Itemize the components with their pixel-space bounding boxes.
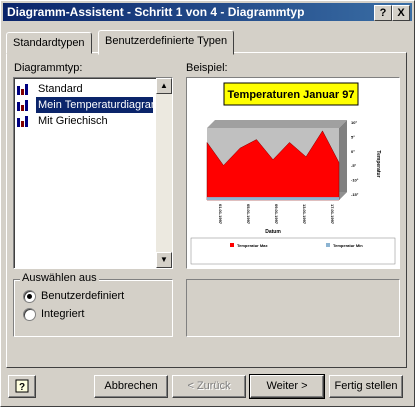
svg-text:?: ?	[19, 382, 25, 393]
x-tick-label: 01.01.1997	[218, 204, 223, 225]
preview-chart-svg: Temperaturen Januar 97 10° 5° 0° -5° -10° -15…	[190, 82, 396, 265]
bar-chart-icon	[16, 83, 30, 96]
x-axis-title: Datum	[265, 229, 281, 235]
legend-label-min: Temperatur Min	[333, 243, 363, 248]
scroll-down-icon[interactable]: ▼	[156, 252, 172, 268]
beispiel-label: Beispiel:	[186, 62, 228, 74]
next-button[interactable]: Weiter >	[249, 374, 325, 399]
y-tick-layer: 10° 5° 0° -5° -10° -15°	[351, 120, 359, 197]
radio-benutzerdefiniert[interactable]: Benutzerdefiniert	[23, 288, 173, 304]
radio-circle-checked-icon	[23, 289, 36, 303]
x-tick-label: 05.01.1997	[246, 204, 251, 225]
cancel-button[interactable]: Abbrechen	[94, 375, 168, 398]
chart-type-list[interactable]: Standard Mein Temperaturdiagramm Mit Gri…	[13, 77, 173, 269]
tab-standardtypen[interactable]: Standardtypen	[6, 32, 92, 54]
back-button[interactable]: < Zurück	[172, 375, 246, 398]
radio-integriert[interactable]: Integriert	[23, 306, 173, 322]
chart-preview: Temperaturen Januar 97 10° 5° 0° -5° -10° -15…	[186, 77, 400, 269]
title-bar[interactable]: Diagramm-Assistent - Schritt 1 von 4 - D…	[3, 3, 412, 21]
scroll-up-icon[interactable]: ▲	[156, 78, 172, 94]
radio-circle-icon	[23, 307, 36, 321]
y-tick-label: -5°	[351, 163, 357, 168]
help-button[interactable]: ?	[8, 375, 36, 398]
finish-button[interactable]: Fertig stellen	[329, 375, 403, 398]
tab-benutzerdefinierte-typen[interactable]: Benutzerdefinierte Typen	[98, 30, 235, 55]
x-tick-label: 13.01.1997	[302, 204, 307, 225]
diagrammtyp-label: Diagrammtyp:	[14, 62, 83, 74]
description-box	[186, 279, 400, 337]
list-item-mein-temperaturdiagramm[interactable]: Mein Temperaturdiagramm	[16, 96, 154, 114]
area-series-1	[207, 197, 339, 200]
y-tick-label: -15°	[351, 192, 359, 197]
chart-top-wall	[207, 120, 347, 128]
y-axis-title: Temperatur	[375, 150, 381, 177]
legend-swatch-max	[230, 243, 234, 247]
legend-box	[190, 237, 396, 265]
x-tick-label: 09.01.1997	[274, 204, 279, 225]
list-item-mit-griechisch[interactable]: Mit Griechisch	[16, 113, 154, 129]
bar-chart-icon	[16, 115, 30, 128]
y-tick-label: 5°	[351, 134, 355, 139]
bar-chart-icon	[16, 99, 30, 112]
chart-side-wall	[339, 120, 347, 200]
close-button[interactable]: X	[392, 5, 410, 21]
legend-swatch-min	[326, 243, 330, 247]
legend-label-max: Temperatur Max	[237, 243, 268, 248]
window-title: Diagramm-Assistent - Schritt 1 von 4 - D…	[7, 5, 305, 19]
list-item-standard[interactable]: Standard	[16, 81, 154, 97]
x-tick-layer: 01.01.1997 05.01.1997 09.01.1997 13.01.1997…	[218, 204, 335, 225]
y-tick-label: 0°	[351, 149, 355, 154]
group-label: Auswählen aus	[20, 272, 99, 284]
x-tick-label: 17.01.1997	[330, 204, 335, 225]
y-tick-label: -10°	[351, 178, 359, 183]
help-question-icon: ?	[15, 379, 29, 393]
help-title-button[interactable]: ?	[374, 5, 392, 21]
list-scrollbar[interactable]: ▲ ▼	[156, 78, 172, 268]
chart-title: Temperaturen Januar 97	[228, 89, 355, 101]
y-tick-label: 10°	[351, 120, 357, 125]
